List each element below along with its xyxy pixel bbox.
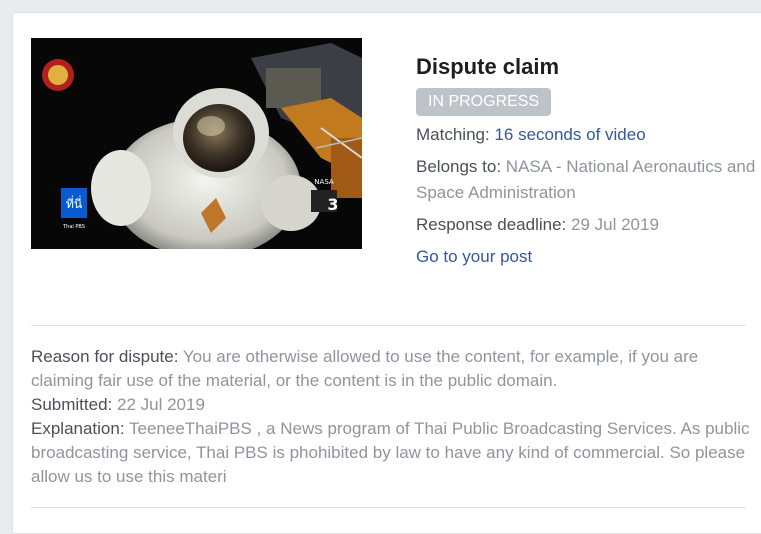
reason-block: Reason for dispute: You are otherwise al… <box>31 345 756 393</box>
belongs-label: Belongs to: <box>416 157 502 176</box>
astronaut-image: ที่นี่ Thai PBS NASA 3 <box>31 38 362 249</box>
matching-row: Matching: 16 seconds of video <box>416 122 756 148</box>
channel-number: 3 <box>327 195 338 214</box>
channel-text: NASA <box>314 178 334 186</box>
claim-title: Dispute claim <box>416 54 560 79</box>
matching-value-link[interactable]: 16 seconds of video <box>494 125 645 144</box>
status-badge: IN PROGRESS <box>416 88 552 116</box>
divider-top <box>31 325 746 326</box>
reason-label: Reason for dispute: <box>31 347 179 366</box>
belongs-row: Belongs to: NASA - National Aeronautics … <box>416 154 756 206</box>
deadline-row: Response deadline: 29 Jul 2019 <box>416 212 756 238</box>
explanation-block: Explanation: TeeneeThaiPBS , a News prog… <box>31 417 756 489</box>
divider-bottom <box>31 507 746 508</box>
deadline-value: 29 Jul 2019 <box>571 215 659 234</box>
claim-info: Dispute claim IN PROGRESS Matching: 16 s… <box>416 53 756 270</box>
submitted-value: 22 Jul 2019 <box>117 395 205 414</box>
dispute-details: Reason for dispute: You are otherwise al… <box>31 345 756 489</box>
matching-label: Matching: <box>416 125 490 144</box>
deadline-label: Response deadline: <box>416 215 567 234</box>
explanation-label: Explanation: <box>31 419 125 438</box>
go-to-post-link[interactable]: Go to your post <box>416 244 756 270</box>
logo-sub: Thai PBS <box>62 224 85 230</box>
logo-text: ที่นี่ <box>66 195 82 211</box>
explanation-value: TeeneeThaiPBS , a News program of Thai P… <box>31 419 750 486</box>
video-thumbnail[interactable]: ที่นี่ Thai PBS NASA 3 <box>31 38 362 249</box>
dispute-card: ที่นี่ Thai PBS NASA 3 Dispute claim IN … <box>12 12 761 534</box>
submitted-block: Submitted: 22 Jul 2019 <box>31 393 756 417</box>
submitted-label: Submitted: <box>31 395 113 414</box>
